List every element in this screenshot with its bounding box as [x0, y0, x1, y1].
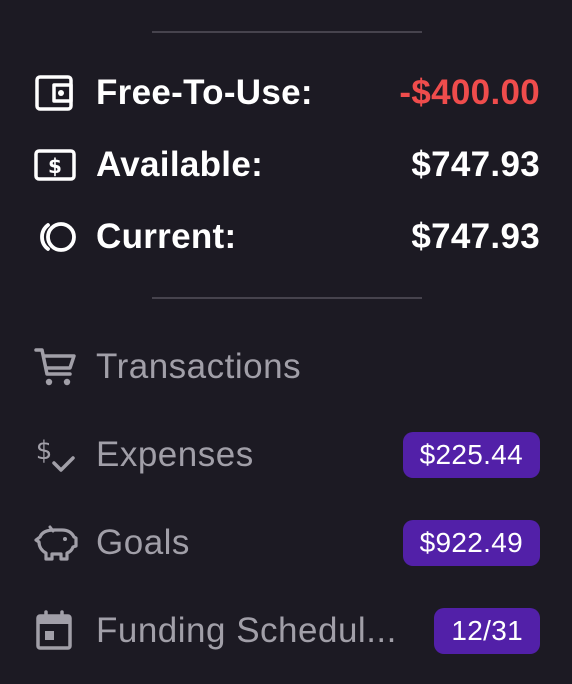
- nav-item-goals[interactable]: Goals $922.49: [34, 519, 540, 567]
- dollar-bill-icon: $: [34, 143, 78, 187]
- balance-row-free-to-use: Free-To-Use: -$400.00: [34, 69, 540, 117]
- expenses-label: Expenses: [96, 435, 254, 474]
- nav-item-transactions[interactable]: Transactions: [34, 343, 540, 391]
- svg-text:$: $: [36, 436, 53, 466]
- expenses-badge: $225.44: [402, 432, 540, 478]
- funding-schedule-label: Funding Schedul...: [96, 611, 397, 650]
- nav-item-funding-schedule[interactable]: Funding Schedul... 12/31: [34, 607, 540, 655]
- coins-icon: [34, 215, 78, 259]
- cart-icon: [34, 345, 78, 389]
- nav-item-expenses[interactable]: $ Expenses $225.44: [34, 431, 540, 479]
- svg-text:$: $: [48, 154, 62, 178]
- transactions-label: Transactions: [96, 347, 302, 386]
- piggy-bank-icon: [34, 521, 78, 565]
- calendar-icon: [34, 609, 78, 653]
- goals-badge: $922.49: [402, 520, 540, 566]
- free-to-use-label: Free-To-Use:: [96, 73, 313, 112]
- balance-row-available: $ Available: $747.93: [34, 141, 540, 189]
- middle-divider: [152, 297, 422, 299]
- dollar-check-icon: $: [34, 433, 78, 477]
- free-to-use-value: -$400.00: [399, 73, 540, 112]
- top-divider: [152, 31, 422, 33]
- available-value: $747.93: [411, 145, 540, 184]
- goals-label: Goals: [96, 523, 190, 562]
- current-label: Current:: [96, 217, 237, 256]
- current-value: $747.93: [411, 217, 540, 256]
- wallet-icon: [34, 71, 78, 115]
- available-label: Available:: [96, 145, 264, 184]
- funding-schedule-badge: 12/31: [434, 608, 540, 654]
- balance-row-current: Current: $747.93: [34, 213, 540, 261]
